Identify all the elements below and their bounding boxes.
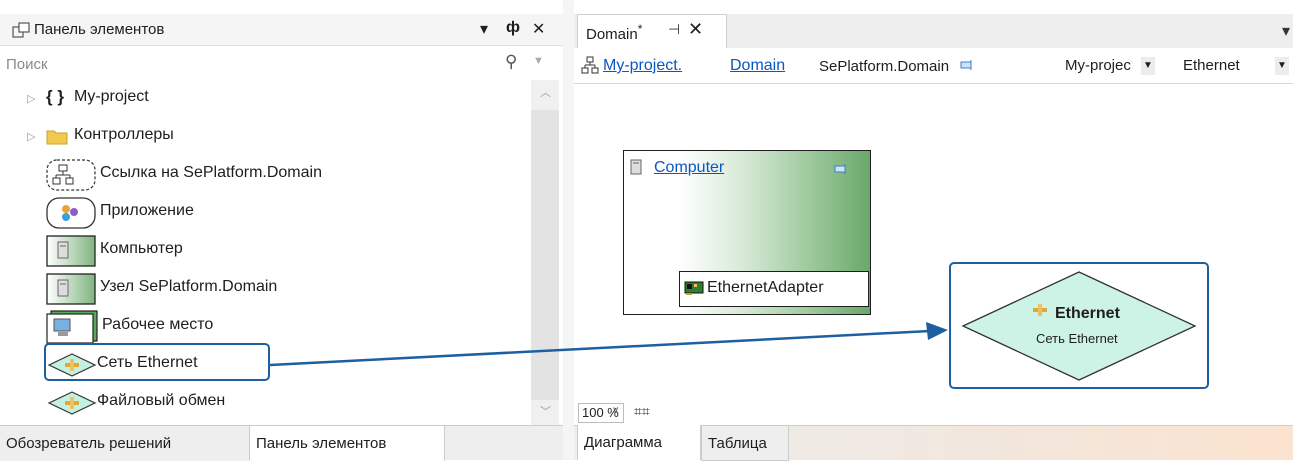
zoom-bar: 100 % ∨ ⌗⌗ — [574, 400, 1293, 425]
ethernet-adapter-port[interactable]: EthernetAdapter — [679, 271, 869, 307]
toolbox-item-file-exchange[interactable]: Файловый обмен — [0, 386, 530, 424]
domain-link-icon — [46, 159, 96, 191]
toolbox-item-label: Приложение — [100, 202, 194, 219]
tab-title: Domain* — [586, 22, 643, 43]
expand-arrow-icon[interactable]: ▷ — [27, 92, 35, 105]
close-tab-icon[interactable]: ✕ — [688, 19, 703, 40]
toolbox-item-label: Ссылка на SePlatform.Domain — [100, 164, 322, 181]
ethernet-node-subtitle: Сеть Ethernet — [1036, 331, 1118, 346]
tab-toolbox[interactable]: Панель элементов — [249, 426, 445, 461]
computer-node-title-link[interactable]: Computer — [654, 159, 724, 177]
tab-table[interactable]: Таблица — [701, 426, 789, 461]
breadcrumb-domain-link[interactable]: Domain — [730, 57, 785, 75]
toolbox-close-icon[interactable]: ✕ — [532, 19, 545, 39]
expand-arrow-icon[interactable]: ▷ — [27, 130, 35, 143]
toolbox-item-application[interactable]: Приложение — [0, 194, 530, 232]
network-card-icon — [684, 281, 704, 295]
toolbox-item-label: Файловый обмен — [97, 392, 226, 409]
toolbox-item-label: Контроллеры — [74, 126, 174, 143]
chevron-down-icon[interactable]: ∨ — [612, 405, 619, 416]
toolbox-menu-dropdown-icon[interactable]: ▾ — [480, 19, 488, 39]
application-icon — [46, 197, 96, 229]
search-icon[interactable]: ⚲ — [505, 52, 517, 72]
pin-icon[interactable]: ⊣ — [668, 21, 680, 38]
component-icon[interactable] — [834, 164, 848, 174]
document-bottom-tabs: Диаграмма Таблица — [574, 425, 1293, 461]
element-type-label: SePlatform.Domain — [819, 58, 950, 75]
ethernet-node-shape — [961, 271, 1197, 381]
breadcrumb-project-link[interactable]: My-project. — [603, 57, 682, 75]
toolbox-titlebar: Панель элементов ▾ ф ✕ — [0, 14, 563, 46]
domain-node-icon — [46, 273, 96, 305]
toolbox-item-domain-link[interactable]: Ссылка на SePlatform.Domain — [0, 156, 530, 194]
component-icon — [960, 60, 972, 70]
diagram-canvas[interactable]: Computer EthernetAdapter Ethernet Сеть E… — [574, 85, 1293, 425]
toolbox-item-label: Компьютер — [100, 240, 183, 257]
network-selector[interactable]: Ethernet ▼ — [1179, 54, 1293, 78]
search-options-chevron-icon[interactable]: ▼ — [533, 55, 544, 67]
braces-icon: { } — [46, 87, 64, 106]
workstation-icon — [46, 310, 98, 344]
chevron-down-icon[interactable]: ▼ — [1141, 57, 1155, 75]
tab-diagram[interactable]: Диаграмма — [577, 425, 701, 460]
toolbox-item-label: Узел SePlatform.Domain — [100, 278, 278, 295]
toolbox-item-domain-node[interactable]: Узел SePlatform.Domain — [0, 270, 530, 308]
tab-domain[interactable]: Domain* ⊣ ✕ — [577, 14, 727, 48]
tab-overflow-icon[interactable]: ▾ — [1282, 21, 1290, 41]
grid-icon[interactable]: ⌗⌗ — [634, 403, 650, 420]
ethernet-node-title: Ethernet — [1055, 305, 1120, 322]
toolbox-bottom-tabs: Обозреватель решений Панель элементов — [0, 425, 563, 461]
toolbox-scrollbar[interactable]: ︿ ﹀ — [531, 80, 559, 425]
toolbox-group-controllers[interactable]: ▷ Контроллеры — [0, 118, 530, 156]
project-selector[interactable]: My-projec ▼ — [1061, 54, 1157, 78]
toolbox-item-label: My-project — [74, 88, 149, 105]
diagram-navigation-bar: My-project. Domain SePlatform.Domain My-… — [574, 48, 1293, 84]
computer-icon — [46, 235, 96, 267]
chevron-down-icon[interactable]: ▼ — [1275, 57, 1289, 75]
toolbox-title: Панель элементов — [34, 21, 165, 38]
toolbox-group-my-project[interactable]: ▷ { } My-project — [0, 80, 530, 118]
toolbox-item-computer[interactable]: Компьютер — [0, 232, 530, 270]
zoom-selector[interactable]: 100 % ∨ — [578, 403, 624, 423]
scroll-down-icon[interactable]: ﹀ — [540, 403, 551, 419]
domain-network-icon — [581, 56, 599, 74]
toolbox-search-input[interactable] — [6, 51, 496, 77]
toolbox-icon — [12, 22, 30, 38]
document-panel: Domain* ⊣ ✕ ▾ My-project. Domain SePlatf… — [574, 0, 1293, 461]
scrollbar-thumb[interactable] — [531, 110, 559, 400]
scroll-up-icon[interactable]: ︿ — [540, 84, 551, 100]
file-exchange-icon — [47, 391, 97, 415]
folder-icon — [46, 130, 68, 145]
toolbox-search-bar: ⚲ ▼ — [0, 48, 563, 80]
computer-icon — [630, 159, 642, 175]
toolbox-item-label: Рабочее место — [102, 316, 214, 333]
computer-node[interactable]: Computer EthernetAdapter — [623, 150, 871, 315]
toolbox-panel: Панель элементов ▾ ф ✕ ⚲ ▼ ▷ { } My-proj… — [0, 0, 563, 461]
toolbox-pin-icon[interactable]: ф — [506, 19, 520, 37]
document-tabbar: Domain* ⊣ ✕ ▾ — [574, 14, 1293, 48]
adapter-label: EthernetAdapter — [707, 279, 824, 296]
panel-splitter[interactable] — [563, 0, 574, 460]
tab-solution-explorer[interactable]: Обозреватель решений — [0, 426, 248, 461]
highlight-frame — [44, 343, 270, 381]
ethernet-node-selection[interactable]: Ethernet Сеть Ethernet — [949, 262, 1209, 389]
toolbox-item-workstation[interactable]: Рабочее место — [0, 308, 530, 346]
